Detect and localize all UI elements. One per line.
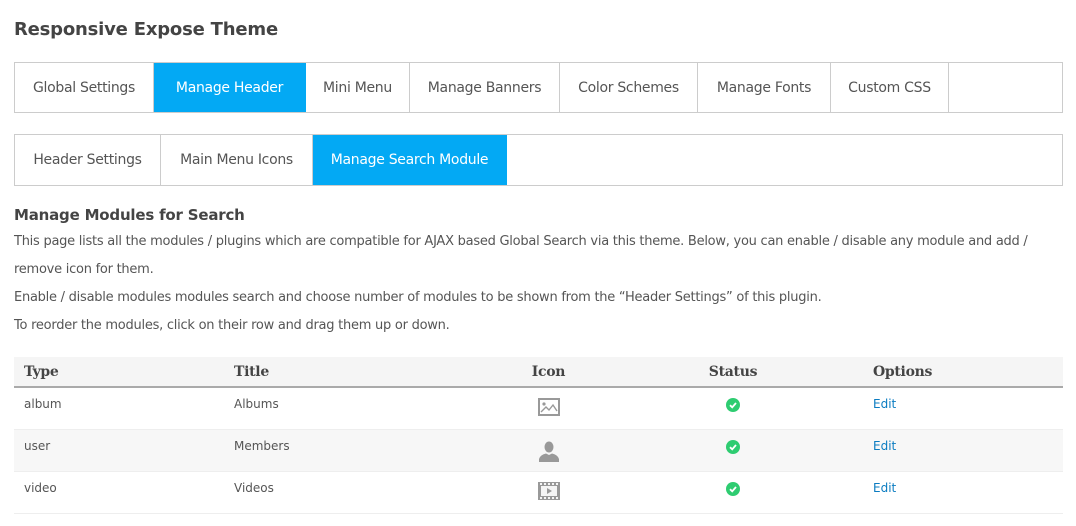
edit-link[interactable]: Edit xyxy=(873,439,896,453)
tab-manage-fonts[interactable]: Manage Fonts xyxy=(698,63,831,112)
cell-title: Videos xyxy=(224,471,494,514)
modules-table: Type Title Icon Status Options album Alb… xyxy=(14,357,1063,514)
cell-title: Albums xyxy=(224,387,494,430)
edit-link[interactable]: Edit xyxy=(873,397,896,411)
column-header-options: Options xyxy=(863,357,1063,388)
description-line-2: remove icon for them. xyxy=(14,262,154,277)
cell-options: Edit xyxy=(863,429,1063,472)
page-title: Responsive Expose Theme xyxy=(14,19,278,40)
user-icon xyxy=(538,440,560,465)
edit-link[interactable]: Edit xyxy=(873,481,896,495)
description-line-3: Enable / disable modules modules search … xyxy=(14,290,822,305)
cell-icon xyxy=(494,471,603,514)
tab-mini-menu[interactable]: Mini Menu xyxy=(306,63,410,112)
column-header-status: Status xyxy=(603,357,863,388)
cell-options: Edit xyxy=(863,387,1063,430)
section-title: Manage Modules for Search xyxy=(14,206,245,224)
tab-color-schemes[interactable]: Color Schemes xyxy=(560,63,698,112)
video-icon xyxy=(537,481,560,503)
cell-status xyxy=(603,471,863,514)
table-row[interactable]: video Videos Edit xyxy=(14,471,1063,514)
tab-manage-banners[interactable]: Manage Banners xyxy=(410,63,560,112)
cell-type: user xyxy=(14,429,224,472)
tab-manage-header[interactable]: Manage Header xyxy=(154,63,306,112)
column-header-icon: Icon xyxy=(494,357,603,388)
cell-status xyxy=(603,429,863,472)
column-header-type: Type xyxy=(14,357,224,388)
cell-icon xyxy=(494,387,603,430)
subtab-header-settings[interactable]: Header Settings xyxy=(15,135,161,185)
tab-global-settings[interactable]: Global Settings xyxy=(15,63,154,112)
table-row[interactable]: user Members Edit xyxy=(14,429,1063,472)
subtab-manage-search-module[interactable]: Manage Search Module xyxy=(313,135,507,185)
cell-options: Edit xyxy=(863,471,1063,514)
main-tab-bar: Global Settings Manage Header Mini Menu … xyxy=(14,62,1063,113)
description-line-4: To reorder the modules, click on their r… xyxy=(14,318,450,333)
tab-custom-css[interactable]: Custom CSS xyxy=(831,63,949,112)
sub-tab-bar: Header Settings Main Menu Icons Manage S… xyxy=(14,134,1063,186)
check-circle-icon[interactable] xyxy=(726,398,740,412)
cell-title: Members xyxy=(224,429,494,472)
table-header-row: Type Title Icon Status Options xyxy=(14,357,1063,388)
cell-type: video xyxy=(14,471,224,514)
cell-status xyxy=(603,387,863,430)
image-icon xyxy=(537,398,560,419)
cell-type: album xyxy=(14,387,224,430)
check-circle-icon[interactable] xyxy=(726,439,740,454)
table-row[interactable]: album Albums Edit xyxy=(14,387,1063,430)
check-circle-icon[interactable] xyxy=(726,481,740,496)
description-line-1: This page lists all the modules / plugin… xyxy=(14,234,1028,249)
subtab-main-menu-icons[interactable]: Main Menu Icons xyxy=(161,135,313,185)
cell-icon xyxy=(494,429,603,472)
column-header-title: Title xyxy=(224,357,494,388)
